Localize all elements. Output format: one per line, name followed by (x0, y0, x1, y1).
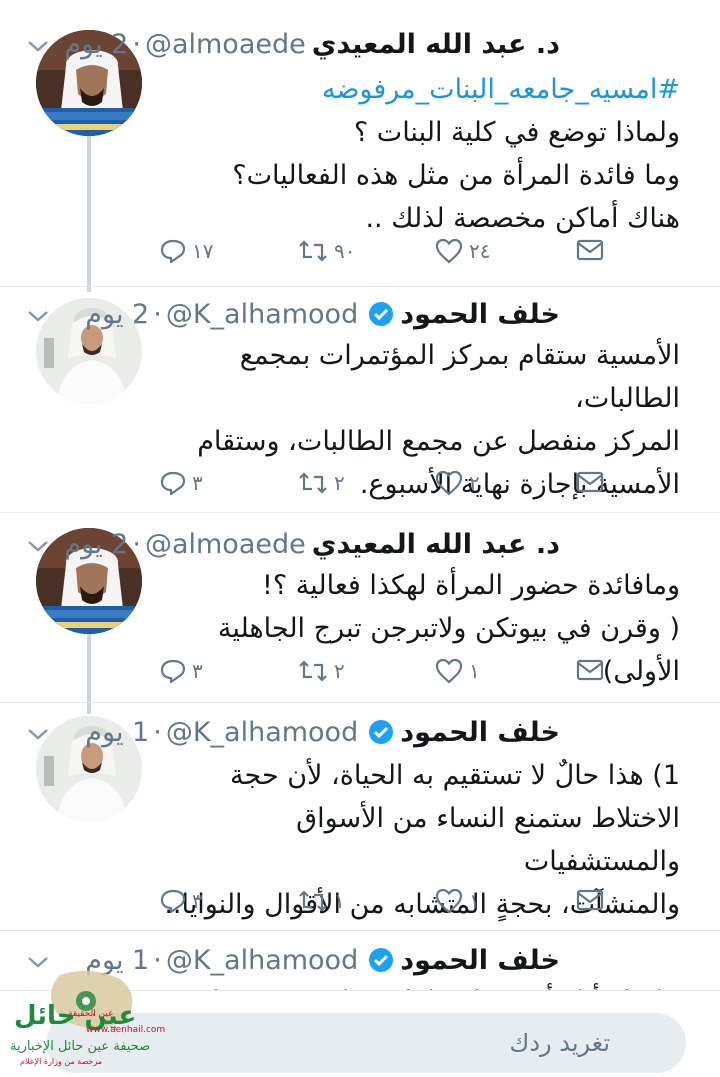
hashtag-link[interactable]: #امسيه_جامعه_البنات_مرفوضه (160, 68, 680, 111)
like-action[interactable]: ٢ (435, 470, 480, 496)
user-handle[interactable]: @K_alhamood (166, 299, 358, 330)
heart-icon (435, 470, 463, 496)
tweet[interactable]: د. عبد الله المعيدي @almoaede · 2 يوم #ا… (0, 0, 720, 290)
retweet-action[interactable]: ١ (298, 888, 345, 914)
dm-action[interactable] (576, 888, 604, 912)
separator-dot: · (153, 716, 162, 748)
retweet-count: ٩٠ (334, 239, 356, 263)
like-count: ٢٤ (469, 239, 491, 263)
retweet-icon (299, 472, 327, 494)
separator-dot: · (153, 298, 162, 330)
verified-badge-icon (369, 948, 394, 972)
tweet-header: د. عبد الله المعيدي @almoaede · 2 يوم (40, 524, 560, 564)
heart-icon (435, 238, 463, 264)
display-name[interactable]: د. عبد الله المعيدي (312, 529, 560, 560)
reply-action[interactable]: ٣ (160, 888, 203, 914)
tweet-line: ومافائدة حضور المرأة لهكذا فعالية ؟! (262, 570, 680, 601)
envelope-icon (576, 659, 604, 681)
tweet-line: الأمسية ستقام بمركز المؤتمرات بمجمع الطا… (239, 340, 680, 414)
verified-badge-icon (369, 720, 394, 744)
reply-placeholder: تغريد ردك (509, 1029, 610, 1057)
watermark-url: www.aenhail.com (86, 1025, 166, 1035)
like-count: ١ (469, 889, 480, 913)
display-name[interactable]: خلف الحمود (400, 299, 560, 330)
retweet-count: ١ (334, 889, 345, 913)
retweet-icon (299, 240, 327, 262)
tweet-line: هناك أماكن مخصصة لذلك .. (365, 203, 680, 234)
like-count: ٢ (469, 471, 480, 495)
reply-action[interactable]: ٣ (160, 658, 203, 684)
heart-icon (435, 658, 463, 684)
retweet-count: ٢ (334, 659, 345, 683)
reply-count: ١٧ (192, 239, 214, 263)
reply-count: ٣ (192, 659, 203, 683)
tweet-header: خلف الحمود @K_alhamood · 2 يوم (40, 294, 560, 334)
tweet-actions: ٣ ١ ١ (0, 888, 720, 928)
display-name[interactable]: د. عبد الله المعيدي (312, 29, 560, 60)
reply-icon (160, 239, 186, 264)
tweet-line: وما فائدة المرأة من مثل هذه الفعاليات؟ (232, 160, 680, 191)
dm-action[interactable] (576, 238, 604, 262)
display-name[interactable]: خلف الحمود (400, 717, 560, 748)
retweet-icon (299, 660, 327, 682)
reply-count: ٣ (192, 471, 203, 495)
tweet-line: الاختلاط ستمنع النساء من الأسواق والمستش… (296, 803, 680, 877)
envelope-icon (576, 889, 604, 911)
tweet-time[interactable]: 2 يوم (64, 29, 128, 60)
like-action[interactable]: ٢٤ (435, 238, 490, 264)
tweet-line: المركز منفصل عن مجمع الطالبات، وستقام (197, 426, 680, 457)
chevron-down-icon[interactable] (26, 38, 50, 54)
tweet-line: 1) هذا حالٌ لا تستقيم به الحياة، لأن حجة (230, 760, 680, 791)
display-name[interactable]: خلف الحمود (400, 945, 560, 976)
tweet-time[interactable]: 2 يوم (64, 529, 128, 560)
reply-action[interactable]: ١٧ (160, 238, 213, 264)
retweet-action[interactable]: ٢ (298, 470, 345, 496)
tweet-time[interactable]: 1 يوم (85, 717, 149, 748)
user-handle[interactable]: @K_alhamood (166, 717, 358, 748)
like-count: ١ (469, 659, 480, 683)
heart-icon (435, 888, 463, 914)
dm-action[interactable] (576, 658, 604, 682)
reply-count: ٣ (192, 889, 203, 913)
like-action[interactable]: ١ (435, 658, 480, 684)
tweet-line: ولماذا توضع في كلية البنات ؟ (353, 117, 680, 148)
verified-badge-icon (369, 302, 394, 326)
tweet-header: د. عبد الله المعيدي @almoaede · 2 يوم (40, 24, 560, 64)
tweet-actions: ١٧ ٩٠ ٢٤ (0, 238, 720, 278)
envelope-icon (576, 471, 604, 493)
reply-icon (160, 471, 186, 496)
tweet[interactable]: خلف الحمود @K_alhamood · 2 يوم الأمسية س… (0, 286, 720, 512)
dm-action[interactable] (576, 470, 604, 494)
tweet[interactable]: د. عبد الله المعيدي @almoaede · 2 يوم وم… (0, 512, 720, 702)
retweet-count: ٢ (334, 471, 345, 495)
separator-dot: · (132, 28, 141, 60)
tweet-text: #امسيه_جامعه_البنات_مرفوضه ولماذا توضع ف… (160, 68, 680, 240)
tweet[interactable]: خلف الحمود @K_alhamood · 1 يوم 1) هذا حا… (0, 702, 720, 932)
reply-icon (160, 889, 186, 914)
chevron-down-icon[interactable] (26, 538, 50, 554)
retweet-icon (299, 890, 327, 912)
user-handle[interactable]: @almoaede (145, 529, 306, 560)
retweet-action[interactable]: ٩٠ (298, 238, 355, 264)
tweet-time[interactable]: 2 يوم (85, 299, 149, 330)
user-handle[interactable]: @almoaede (145, 29, 306, 60)
watermark-caption: صحيفة عين حائل الإخبارية (10, 1039, 151, 1054)
watermark-slogan: عين الحقيقة (68, 1009, 114, 1019)
watermark-logo: عين حائل عين الحقيقة www.aenhail.com صحي… (0, 965, 180, 1077)
reply-icon (160, 659, 186, 684)
chevron-down-icon[interactable] (26, 308, 50, 324)
chevron-down-icon[interactable] (26, 726, 50, 742)
user-handle[interactable]: @K_alhamood (166, 945, 358, 976)
retweet-action[interactable]: ٢ (298, 658, 345, 684)
reply-action[interactable]: ٣ (160, 470, 203, 496)
tweet-header: خلف الحمود @K_alhamood · 1 يوم (40, 712, 560, 752)
tweet-actions: ٣ ٢ ٢ (0, 470, 720, 510)
separator-dot: · (132, 528, 141, 560)
tweet-actions: ٣ ٢ ١ (0, 658, 720, 698)
watermark-license: مرخصة من وزارة الإعلام (20, 1057, 103, 1066)
envelope-icon (576, 239, 604, 261)
like-action[interactable]: ١ (435, 888, 480, 914)
